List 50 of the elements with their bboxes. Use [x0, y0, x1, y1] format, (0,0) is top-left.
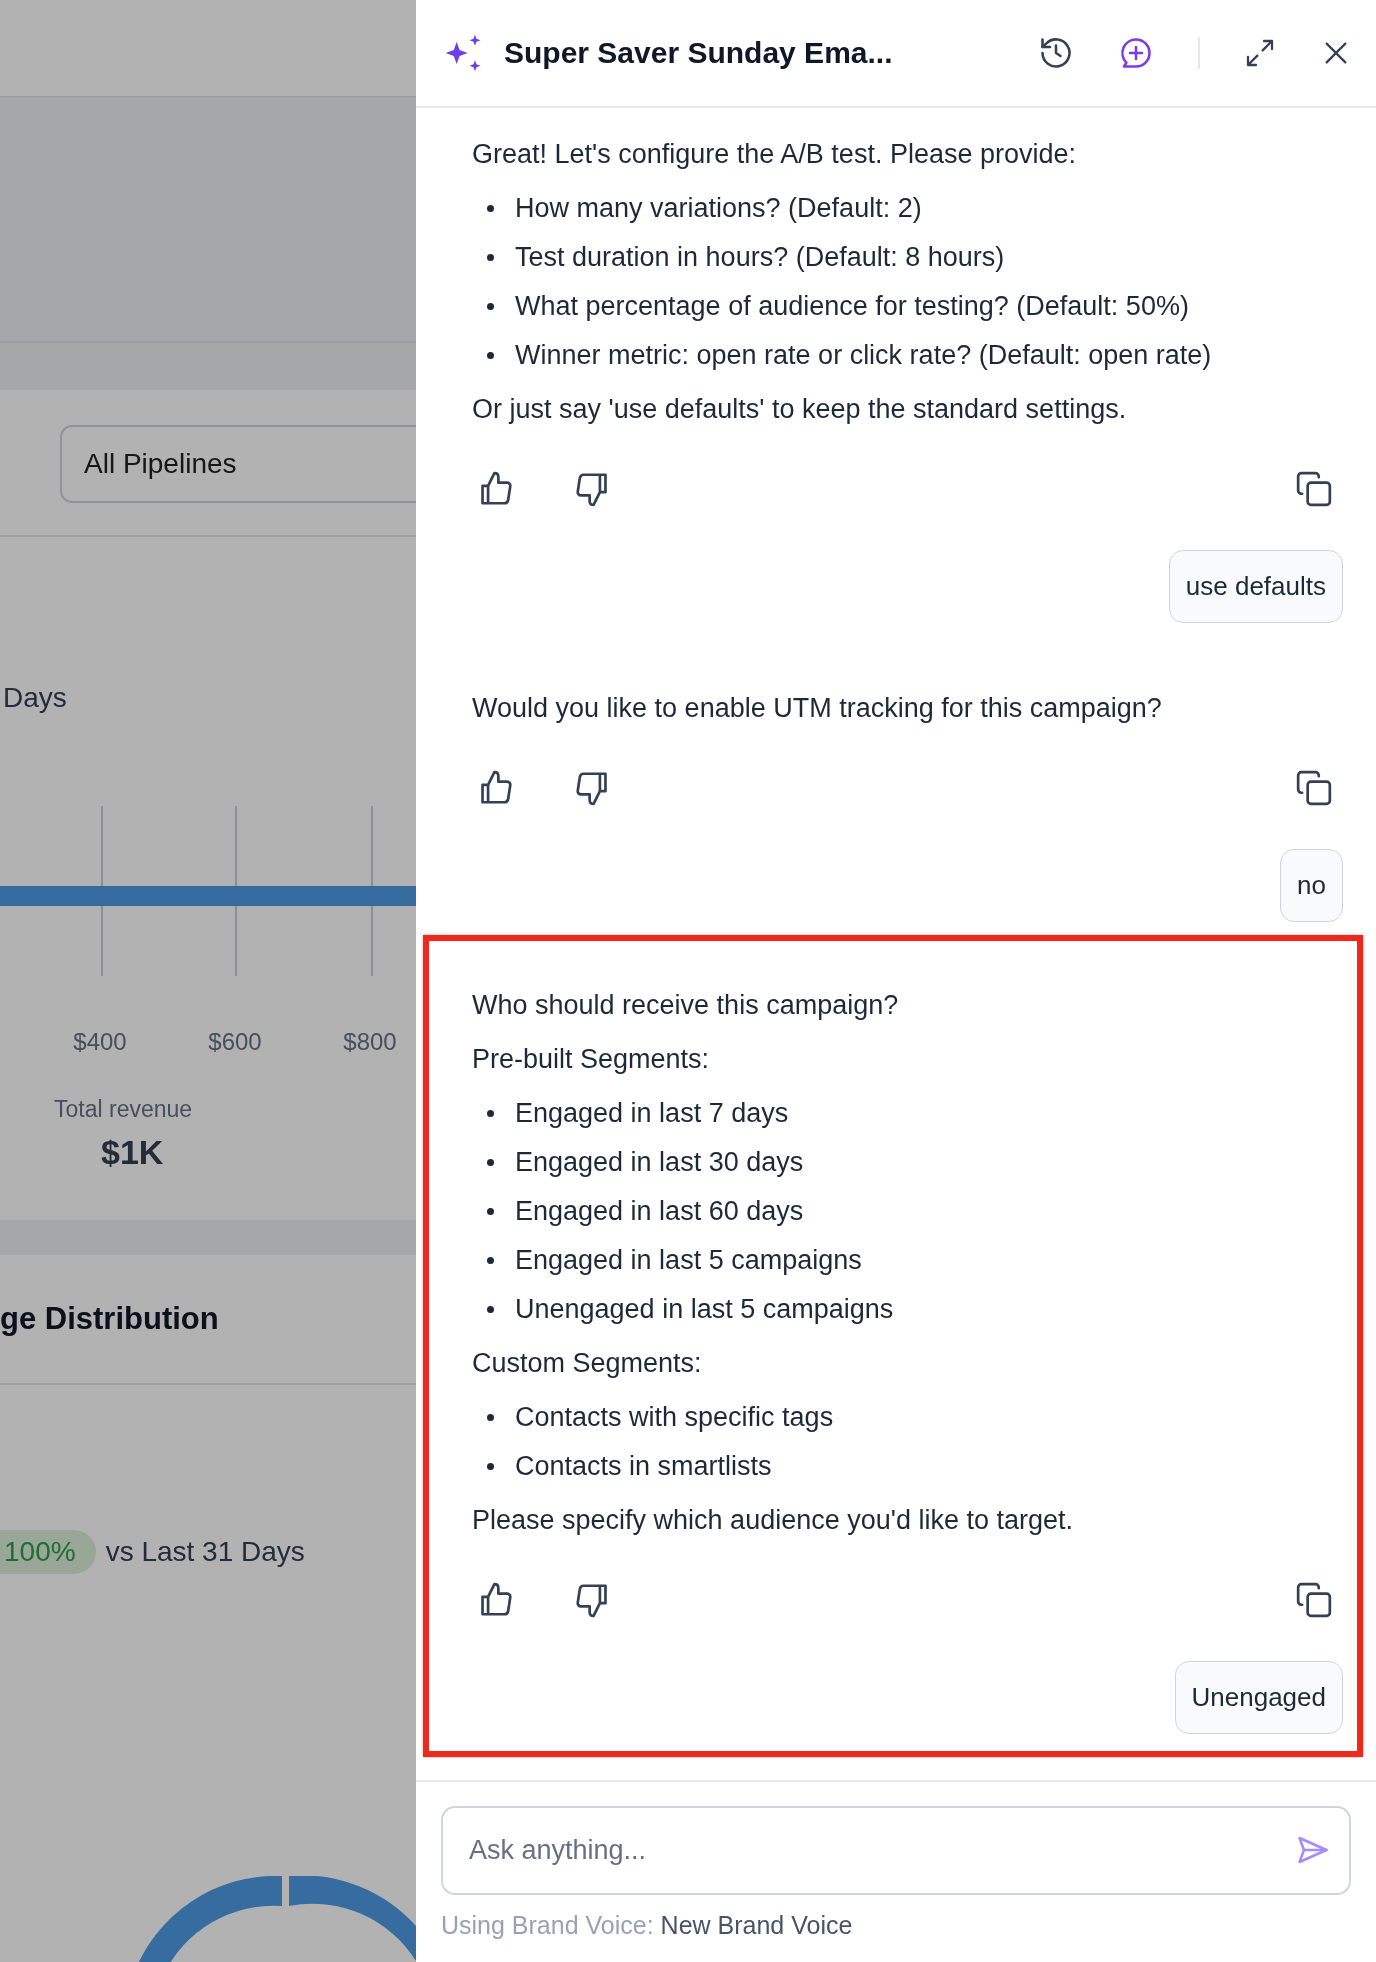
message-text: Would you like to enable UTM tracking for this campaign? [472, 692, 1163, 725]
list-item-text: Engaged in last 5 campaigns [515, 1244, 862, 1277]
list-item-text: Contacts in smartlists [515, 1450, 772, 1483]
bullet-icon [487, 303, 494, 310]
copy-icon[interactable] [1295, 769, 1333, 807]
message-text: Pre-built Segments: [472, 1043, 711, 1076]
new-chat-icon[interactable] [1118, 35, 1154, 71]
message-text: Please specify which audience you'd like to target. [472, 1504, 1074, 1537]
list-item-text: What percentage of audience for testing? (Default: 50%) [515, 290, 1189, 323]
brand-voice-text: Using Brand Voice: New Brand Voice [441, 1910, 854, 1941]
list-item-text: Test duration in hours? (Default: 8 hours) [515, 241, 1005, 274]
change-badge: 100% [0, 1530, 96, 1574]
list-item-text: Engaged in last 7 days [515, 1097, 789, 1130]
message-text: Custom Segments: [472, 1347, 703, 1380]
comparison-text: vs Last 31 Days [105, 1536, 305, 1568]
chat-title: Super Saver Sunday Ema... [504, 36, 894, 70]
period-label: Days [3, 682, 68, 714]
axis-tick-label: $600 [208, 1028, 262, 1056]
axis-tick-label: $400 [73, 1028, 127, 1056]
bullet-icon [487, 1110, 494, 1117]
list-item-text: How many variations? (Default: 2) [515, 192, 922, 225]
bullet-icon [487, 1159, 494, 1166]
list-item-text: Contacts with specific tags [515, 1401, 834, 1434]
bullet-icon [487, 1306, 494, 1313]
list-item-text: Unengaged in last 5 campaigns [515, 1293, 894, 1326]
expand-icon[interactable] [1244, 37, 1276, 69]
bullet-icon [487, 205, 494, 212]
bullet-icon [487, 1208, 494, 1215]
list-item-text: Engaged in last 60 days [515, 1195, 804, 1228]
axis-tick-label: $800 [343, 1028, 397, 1056]
history-icon[interactable] [1038, 35, 1074, 71]
bullet-icon [487, 1257, 494, 1264]
copy-icon[interactable] [1295, 470, 1333, 508]
message-text: Or just say 'use defaults' to keep the standard settings. [472, 393, 1128, 426]
total-label: Total revenue [54, 1096, 194, 1123]
section-title: ge Distribution [0, 1301, 219, 1337]
message-input[interactable]: Ask anything... [441, 1806, 1351, 1895]
bullet-icon [487, 254, 494, 261]
user-message: Unengaged [1174, 1661, 1343, 1734]
user-message: no [1280, 849, 1343, 922]
message-text: Great! Let's configure the A/B test. Please provide: [472, 138, 1077, 171]
bullet-icon [487, 352, 494, 359]
list-item-text: Engaged in last 30 days [515, 1146, 804, 1179]
bullet-icon [487, 1414, 494, 1421]
message-text: Who should receive this campaign? [472, 989, 900, 1022]
copy-icon[interactable] [1295, 1581, 1333, 1619]
user-message: use defaults [1168, 550, 1343, 623]
total-value: $1K [101, 1133, 165, 1172]
bullet-icon [487, 1463, 494, 1470]
list-item-text: Winner metric: open rate or click rate? (Default: open rate) [515, 339, 1212, 372]
